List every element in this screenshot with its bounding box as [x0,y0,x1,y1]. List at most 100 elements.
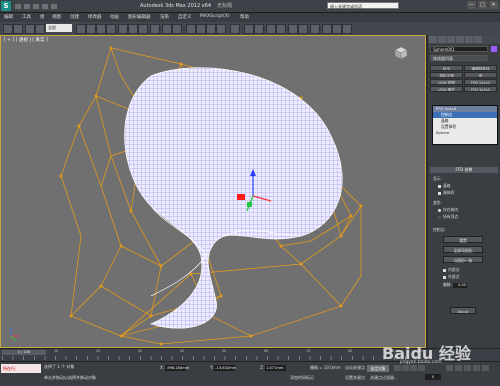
all-vertices-radio[interactable]: 所有顶点 [438,214,458,220]
menu-tools[interactable]: 工具 [22,14,31,20]
current-frame-field[interactable]: 0 [425,374,441,380]
modifier-button[interactable]: 编辑样条线 [464,65,497,71]
deformed-sphere-mesh[interactable] [124,67,343,329]
redo-icon[interactable] [50,3,58,10]
layer-manager-icon[interactable] [266,24,276,34]
conform-to-shape-button[interactable]: 与图形一致 [443,256,483,263]
link-icon[interactable] [25,24,35,34]
only-in-volume-radio[interactable]: 仅在体内 [438,207,458,213]
rect-selection-icon[interactable] [96,24,106,34]
schematic-view-icon[interactable] [298,24,308,34]
angle-snap-icon[interactable] [196,24,206,34]
prev-frame-icon[interactable] [402,365,409,371]
search-input[interactable]: 键入关键字或短语 [327,2,399,9]
animate-all-button[interactable]: 全部动画化 [443,246,483,253]
goto-start-icon[interactable] [394,365,401,371]
object-name-field[interactable]: Sphere001 [430,46,488,52]
move-icon[interactable] [118,24,128,34]
inside-points-checkbox[interactable]: 内部点 [443,267,459,273]
object-color-swatch[interactable] [491,46,497,52]
material-editor-icon[interactable] [310,24,320,34]
add-time-tag[interactable]: 添加时间标记 [290,375,314,381]
timeline-ticks[interactable] [2,356,426,360]
menu-help[interactable]: 帮助 [240,14,249,20]
utilities-tab-icon[interactable] [474,36,482,43]
ffd-params-rollout-header[interactable]: FFD 参数 [430,167,498,173]
undo-icon[interactable] [41,3,49,10]
menu-graph-editors[interactable]: 图形编辑器 [128,14,151,20]
zoom-all-icon[interactable] [455,365,462,371]
menu-edit[interactable]: 编辑 [4,14,13,20]
named-selection-icon[interactable] [230,24,240,34]
modifier-button[interactable]: 挤出 [430,65,463,71]
render-setup-icon[interactable] [322,24,332,34]
auto-key-button[interactable]: 选定对象 [367,365,389,372]
mirror-icon[interactable] [244,24,254,34]
next-frame-icon[interactable] [418,365,425,371]
menu-maxscript[interactable]: MAXScript(X) [200,14,230,19]
maxscript-listener[interactable]: 所在行: [1,364,41,373]
orbit-icon[interactable] [473,365,480,371]
window-crossing-icon[interactable] [106,24,116,34]
modifier-button[interactable]: UVW 展开 [430,86,463,92]
rotate-icon[interactable] [128,24,138,34]
menu-modifiers[interactable]: 修改器 [88,14,102,20]
undo-toolbar-icon[interactable] [3,24,13,34]
percent-snap-icon[interactable] [206,24,216,34]
lattice-checkbox[interactable]: 晶格 [438,183,451,189]
play-icon[interactable] [410,365,417,371]
maximize-button[interactable]: □ [478,1,487,9]
spinner-snap-icon[interactable] [216,24,226,34]
y-coordinate[interactable]: Y: -13.632mm [210,365,236,371]
pan-icon[interactable] [464,365,471,371]
modifier-button[interactable]: FFD 3x3x3 [464,86,497,92]
modifier-stack[interactable]: FFD 4x4x4 控制点 晶格 设置体积 Sphere [432,105,498,145]
offset-spinner[interactable]: 偏移: 0.05 [443,282,468,288]
render-production-icon[interactable] [342,24,352,34]
reset-button[interactable]: 重置 [443,236,483,243]
modifier-button[interactable]: UVW 贴图 [430,79,463,85]
z-coordinate[interactable]: Z: 1.071mm [260,365,287,371]
rendered-frame-icon[interactable] [332,24,342,34]
x-coordinate[interactable]: X: -996.284mm [160,365,189,371]
new-file-icon[interactable] [14,3,22,10]
curve-editor-icon[interactable] [288,24,298,34]
reference-coordinate-icon[interactable] [150,24,160,34]
time-slider[interactable]: 0 / 100 [2,350,46,355]
menu-rendering[interactable]: 渲染 [160,14,169,20]
select-object-icon[interactable] [76,24,86,34]
selection-filter-dropdown[interactable]: 全部 [46,24,72,32]
align-icon[interactable] [254,24,264,34]
select-by-name-icon[interactable] [86,24,96,34]
outside-points-checkbox[interactable]: 外部点 [443,274,459,280]
menu-customize[interactable]: 自定义 [178,14,192,20]
unlink-icon[interactable] [35,24,45,34]
scale-icon[interactable] [138,24,148,34]
graphite-tools-icon[interactable] [276,24,286,34]
menu-group[interactable]: 组 [40,14,45,20]
app-logo-icon[interactable]: S [1,1,11,11]
close-button[interactable]: ✕ [489,1,498,9]
about-button[interactable]: About [450,307,476,314]
snap-toggle-icon[interactable] [186,24,196,34]
menu-create[interactable]: 创建 [70,14,79,20]
save-file-icon[interactable] [32,3,40,10]
key-filters-button[interactable]: 关键点过滤器... [370,375,398,381]
motion-tab-icon[interactable] [456,36,464,43]
zoom-icon[interactable] [446,365,453,371]
open-file-icon[interactable] [23,3,31,10]
menu-animation[interactable]: 动画 [110,14,119,20]
viewcube-icon[interactable] [394,46,408,60]
minimize-button[interactable]: — [467,1,476,9]
maximize-viewport-icon[interactable] [482,365,489,371]
manipulate-icon[interactable] [172,24,182,34]
hierarchy-tab-icon[interactable] [447,36,455,43]
modifier-button[interactable]: 壳 [464,72,497,78]
pivot-center-icon[interactable] [162,24,172,34]
redo-toolbar-icon[interactable] [13,24,23,34]
modifier-button[interactable]: FFD 2x2x2 [464,79,497,85]
source-volume-checkbox[interactable]: 源体积 [438,190,454,196]
modifier-list-dropdown[interactable]: 修改器列表 [430,55,488,61]
set-key-label[interactable]: 设置关键点 [345,375,365,381]
perspective-viewport[interactable]: [ + ] [ 透视 ] [ 真实 ] [0,35,426,348]
